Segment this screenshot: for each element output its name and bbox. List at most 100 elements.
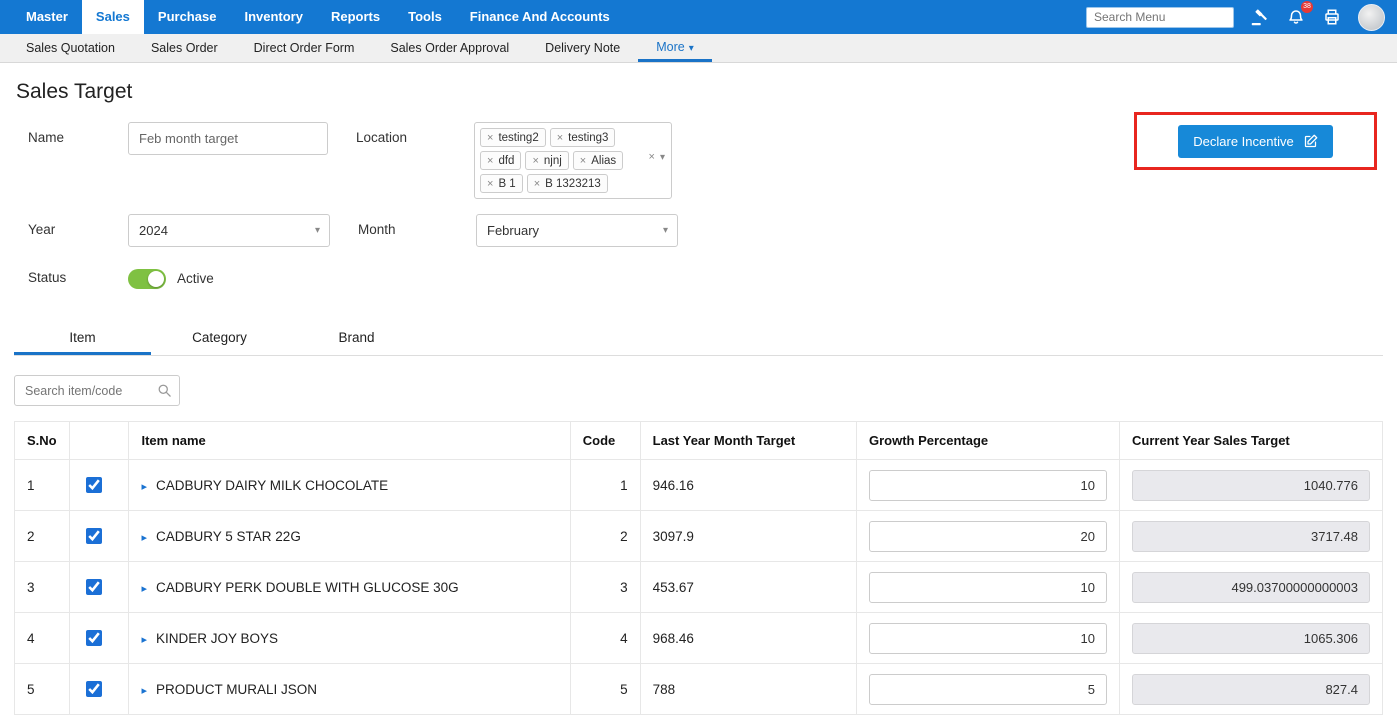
- row-checkbox[interactable]: [86, 681, 102, 697]
- row-checkbox[interactable]: [86, 477, 102, 493]
- row-checkbox[interactable]: [86, 579, 102, 595]
- subnav-item-direct-order-form[interactable]: Direct Order Form: [236, 34, 373, 62]
- status-label: Status: [14, 262, 128, 294]
- menu-search-input[interactable]: [1086, 7, 1234, 28]
- declare-incentive-button[interactable]: Declare Incentive: [1178, 125, 1332, 158]
- form-row-status: Status Active: [14, 262, 1383, 295]
- chevron-down-icon: ▾: [689, 43, 694, 54]
- notifications-bell-icon[interactable]: 38: [1286, 7, 1306, 27]
- search-icon[interactable]: [157, 383, 172, 403]
- table-row: 4 ▸KINDER JOY BOYS 4 968.46: [15, 613, 1383, 664]
- tag-label: testing2: [498, 132, 538, 144]
- name-label: Name: [14, 122, 128, 154]
- remove-tag-icon[interactable]: ×: [487, 178, 493, 190]
- last-year-target-cell: 788: [640, 664, 856, 715]
- location-multiselect[interactable]: ×testing2 ×testing3 ×dfd ×njnj ×Alias ×B…: [474, 122, 672, 199]
- remove-tag-icon[interactable]: ×: [487, 155, 493, 167]
- chevron-down-icon: ▾: [663, 215, 668, 246]
- month-label: Month: [358, 214, 476, 246]
- nav-item-inventory[interactable]: Inventory: [230, 0, 317, 34]
- table-header-row: S.No Item name Code Last Year Month Targ…: [15, 422, 1383, 460]
- growth-percentage-input[interactable]: [869, 623, 1107, 654]
- item-name: CADBURY PERK DOUBLE WITH GLUCOSE 30G: [156, 580, 459, 595]
- nav-item-finance-and-accounts[interactable]: Finance And Accounts: [456, 0, 624, 34]
- current-year-target-input: [1132, 470, 1370, 501]
- nav-item-purchase[interactable]: Purchase: [144, 0, 231, 34]
- last-year-target-cell: 453.67: [640, 562, 856, 613]
- expand-row-icon[interactable]: ▸: [141, 685, 147, 697]
- navbar-right: 38: [1086, 4, 1385, 31]
- sno-cell: 3: [15, 562, 70, 613]
- nav-item-sales[interactable]: Sales: [82, 0, 144, 34]
- item-name: KINDER JOY BOYS: [156, 631, 278, 646]
- remove-tag-icon[interactable]: ×: [532, 155, 538, 167]
- tag-label: B 1: [498, 178, 515, 190]
- nav-item-tools[interactable]: Tools: [394, 0, 456, 34]
- main-menu: Master Sales Purchase Inventory Reports …: [12, 0, 624, 34]
- tag-label: dfd: [498, 155, 514, 167]
- status-toggle[interactable]: [128, 269, 166, 289]
- chevron-down-icon: ▾: [315, 215, 320, 246]
- sno-cell: 2: [15, 511, 70, 562]
- tab-brand[interactable]: Brand: [288, 319, 425, 355]
- expand-row-icon[interactable]: ▸: [141, 583, 147, 595]
- remove-tag-icon[interactable]: ×: [487, 132, 493, 144]
- item-search-input[interactable]: [14, 375, 180, 406]
- form-row-year-month: Year 2024 ▾ Month February ▾: [14, 214, 1383, 247]
- status-value: Active: [177, 271, 214, 286]
- current-year-target-input: [1132, 572, 1370, 603]
- code-cell: 5: [570, 664, 640, 715]
- code-cell: 2: [570, 511, 640, 562]
- declare-incentive-highlight-box: Declare Incentive: [1134, 112, 1377, 170]
- remove-tag-icon[interactable]: ×: [534, 178, 540, 190]
- declare-incentive-label: Declare Incentive: [1193, 134, 1293, 149]
- nav-item-reports[interactable]: Reports: [317, 0, 394, 34]
- sales-target-table: S.No Item name Code Last Year Month Targ…: [14, 421, 1383, 715]
- nav-item-master[interactable]: Master: [12, 0, 82, 34]
- year-select[interactable]: 2024 ▾: [128, 214, 330, 247]
- remove-tag-icon[interactable]: ×: [557, 132, 563, 144]
- location-tag: × B 1: [480, 174, 523, 193]
- code-cell: 4: [570, 613, 640, 664]
- last-year-target-cell: 968.46: [640, 613, 856, 664]
- header-code: Code: [570, 422, 640, 460]
- subnav-item-sales-quotation[interactable]: Sales Quotation: [8, 34, 133, 62]
- row-checkbox[interactable]: [86, 528, 102, 544]
- subnav-item-sales-order[interactable]: Sales Order: [133, 34, 236, 62]
- growth-percentage-input[interactable]: [869, 470, 1107, 501]
- last-year-target-cell: 946.16: [640, 460, 856, 511]
- name-input[interactable]: [128, 122, 328, 155]
- location-tag: ×njnj: [525, 151, 568, 170]
- subnav-item-more[interactable]: More ▾: [638, 34, 712, 62]
- growth-percentage-input[interactable]: [869, 521, 1107, 552]
- last-year-target-cell: 3097.9: [640, 511, 856, 562]
- subnav-item-sales-order-approval[interactable]: Sales Order Approval: [372, 34, 527, 62]
- expand-row-icon[interactable]: ▸: [141, 532, 147, 544]
- page-title: Sales Target: [16, 80, 1383, 104]
- header-current-year-sales-target: Current Year Sales Target: [1120, 422, 1383, 460]
- clear-all-icon[interactable]: ×: [649, 151, 655, 163]
- gavel-icon[interactable]: [1250, 7, 1270, 27]
- user-avatar[interactable]: [1358, 4, 1385, 31]
- subnav-item-delivery-note[interactable]: Delivery Note: [527, 34, 638, 62]
- month-select[interactable]: February ▾: [476, 214, 678, 247]
- header-select: [69, 422, 129, 460]
- item-name: PRODUCT MURALI JSON: [156, 682, 317, 697]
- item-search: [14, 375, 180, 406]
- tab-item[interactable]: Item: [14, 319, 151, 355]
- remove-tag-icon[interactable]: ×: [580, 155, 586, 167]
- year-label: Year: [14, 214, 128, 246]
- location-label: Location: [356, 122, 474, 154]
- chevron-down-icon[interactable]: ▾: [660, 152, 665, 163]
- row-checkbox[interactable]: [86, 630, 102, 646]
- location-tag: ×testing3: [550, 128, 616, 147]
- sales-subnav: Sales Quotation Sales Order Direct Order…: [0, 34, 1397, 63]
- expand-row-icon[interactable]: ▸: [141, 481, 147, 493]
- subnav-more-label: More: [656, 40, 684, 54]
- tab-category[interactable]: Category: [151, 319, 288, 355]
- location-tag: × dfd: [480, 151, 521, 170]
- printer-icon[interactable]: [1322, 7, 1342, 27]
- growth-percentage-input[interactable]: [869, 572, 1107, 603]
- expand-row-icon[interactable]: ▸: [141, 634, 147, 646]
- menu-search: [1086, 7, 1234, 28]
